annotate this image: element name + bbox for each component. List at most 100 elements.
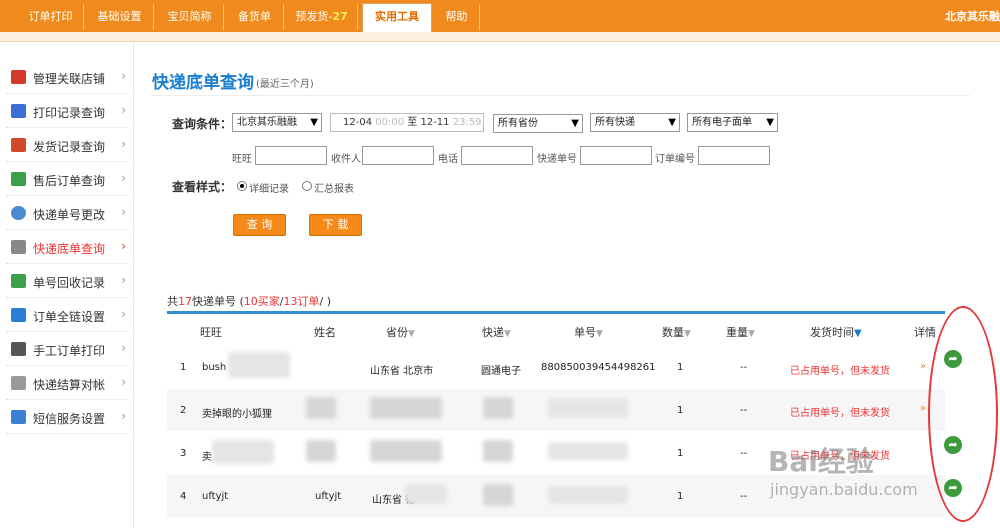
cell-wangwang: 卖: [202, 452, 212, 463]
redacted-block: [306, 397, 336, 419]
sidebar-item-chain-settings[interactable]: 订单全链设置 ›: [6, 298, 130, 332]
time-to: 23:59: [452, 117, 482, 128]
tab-order-print[interactable]: 订单打印: [18, 4, 84, 30]
sms-icon: [11, 410, 26, 424]
row-index: 4: [180, 491, 187, 502]
chevron-right-icon: ›: [121, 375, 126, 389]
wangwang-label: 旺旺: [232, 154, 252, 165]
sort-icon: ▼: [596, 329, 603, 339]
header-number[interactable]: 单号▼: [574, 324, 603, 340]
sidebar-item-recycle[interactable]: 单号回收记录 ›: [6, 264, 130, 298]
chevron-down-icon: ▼: [571, 118, 579, 129]
order-no-input[interactable]: [698, 146, 770, 165]
sort-icon: ▼: [684, 329, 691, 339]
table-top-border: [167, 311, 945, 314]
express-change-icon: [11, 206, 26, 220]
cell-name: uftyjt: [315, 491, 342, 502]
header-weight-label: 重量: [726, 326, 748, 339]
tab-stock-list[interactable]: 备货单: [226, 4, 284, 30]
redacted-block: [483, 440, 513, 462]
chevron-down-icon: ▼: [668, 117, 676, 128]
express-no-input[interactable]: [580, 146, 652, 165]
header-detail: 详情: [914, 326, 936, 339]
sidebar-item-manage-shops[interactable]: 管理关联店铺 ›: [6, 60, 130, 94]
express-select[interactable]: 所有快递 ▼: [590, 113, 680, 132]
sidebar-item-print-records[interactable]: 打印记录查询 ›: [6, 94, 130, 128]
sidebar-item-after-sale[interactable]: 售后订单查询 ›: [6, 162, 130, 196]
tab-basic-settings[interactable]: 基础设置: [86, 4, 154, 30]
detail-toggle-icon[interactable]: »: [920, 361, 926, 372]
row-index: 1: [180, 362, 187, 373]
header-province-label: 省份: [386, 326, 408, 339]
cell-province: 山东省 北京市: [370, 366, 434, 377]
phone-label: 电话: [438, 154, 458, 165]
province-select-value: 所有省份: [498, 118, 538, 129]
sort-icon: ▼: [748, 329, 755, 339]
phone-input[interactable]: [461, 146, 533, 165]
header-name: 姓名: [314, 326, 336, 339]
sidebar-item-label: 短信服务设置: [33, 412, 106, 426]
watermark-url: jingyan.baidu.com: [770, 480, 918, 499]
row-index: 3: [180, 448, 187, 459]
receiver-label: 收件人: [331, 154, 361, 165]
date-separator: 至: [407, 117, 418, 128]
receiver-input[interactable]: [362, 146, 434, 165]
summary-suffix: / ): [319, 295, 332, 308]
sidebar-item-express-change[interactable]: 快递单号更改 ›: [6, 196, 130, 230]
summary-orders: 13订单: [283, 295, 320, 308]
manual-print-icon: [11, 342, 26, 356]
header-qty[interactable]: 数量▼: [662, 324, 691, 340]
chevron-right-icon: ›: [121, 137, 126, 151]
redacted-block: [405, 484, 447, 504]
title-divider: [150, 95, 970, 96]
tab-help[interactable]: 帮助: [434, 4, 480, 30]
print-record-icon: [11, 104, 26, 118]
chevron-right-icon: ›: [121, 103, 126, 117]
express-no-label: 快递单号: [537, 154, 577, 165]
tab-tools[interactable]: 实用工具: [362, 3, 432, 33]
date-to: 12-11: [420, 117, 450, 128]
cell-qty: 1: [677, 405, 684, 416]
sort-icon: ▼: [504, 329, 511, 339]
header-weight[interactable]: 重量▼: [726, 324, 755, 340]
redacted-block: [548, 399, 628, 417]
sidebar-item-label: 快递底单查询: [33, 242, 106, 256]
tab-pre-ship[interactable]: 预发货-27: [286, 4, 358, 30]
sidebar-item-manual-print[interactable]: 手工订单打印 ›: [6, 332, 130, 366]
sidebar: 管理关联店铺 › 打印记录查询 › 发货记录查询 › 售后订单查询 › 快递单号…: [0, 42, 134, 528]
detail-toggle-icon[interactable]: »: [920, 403, 926, 414]
account-name[interactable]: 北京其乐融: [945, 8, 1000, 24]
date-range-input[interactable]: 12-04 00:00 至 12-11 23:59: [330, 113, 484, 132]
sidebar-item-label: 管理关联店铺: [33, 72, 106, 86]
header-province[interactable]: 省份▼: [386, 324, 415, 340]
tab-item-alias[interactable]: 宝贝简称: [156, 4, 224, 30]
sidebar-item-label: 快递单号更改: [33, 208, 106, 222]
cell-qty: 1: [677, 491, 684, 502]
sidebar-item-sms[interactable]: 短信服务设置 ›: [6, 400, 130, 434]
sidebar-item-express-base[interactable]: 快递底单查询 ›: [6, 230, 130, 264]
view-summary-radio[interactable]: [302, 181, 312, 191]
page-title: 快递底单查询: [152, 73, 254, 93]
header-qty-label: 数量: [662, 326, 684, 339]
sidebar-item-settlement[interactable]: 快递结算对帐 ›: [6, 366, 130, 400]
header-express[interactable]: 快递▼: [482, 324, 511, 340]
chevron-right-icon: ›: [121, 171, 126, 185]
cell-wangwang: uftyjt: [202, 491, 229, 502]
province-select[interactable]: 所有省份 ▼: [493, 114, 583, 133]
sidebar-item-shipping-records[interactable]: 发货记录查询 ›: [6, 128, 130, 162]
shop-select[interactable]: 北京其乐融融 ▼: [232, 113, 322, 132]
recycle-icon: [11, 274, 26, 288]
query-button[interactable]: 查 询: [233, 214, 286, 236]
view-detail-radio[interactable]: [237, 181, 247, 191]
header-ship-time[interactable]: 发货时间▼: [810, 324, 862, 340]
sort-desc-icon: ▼: [854, 328, 862, 339]
wangwang-input[interactable]: [255, 146, 327, 165]
header-number-label: 单号: [574, 326, 596, 339]
download-button[interactable]: 下 载: [309, 214, 362, 236]
shop-select-value: 北京其乐融融: [237, 117, 297, 128]
waybill-select[interactable]: 所有电子面单 ▼: [687, 113, 778, 132]
cell-weight: --: [740, 491, 748, 502]
summary-buyers: 10买家: [243, 295, 280, 308]
page-subtitle: (最近三个月): [256, 79, 314, 90]
redacted-block: [370, 397, 442, 419]
